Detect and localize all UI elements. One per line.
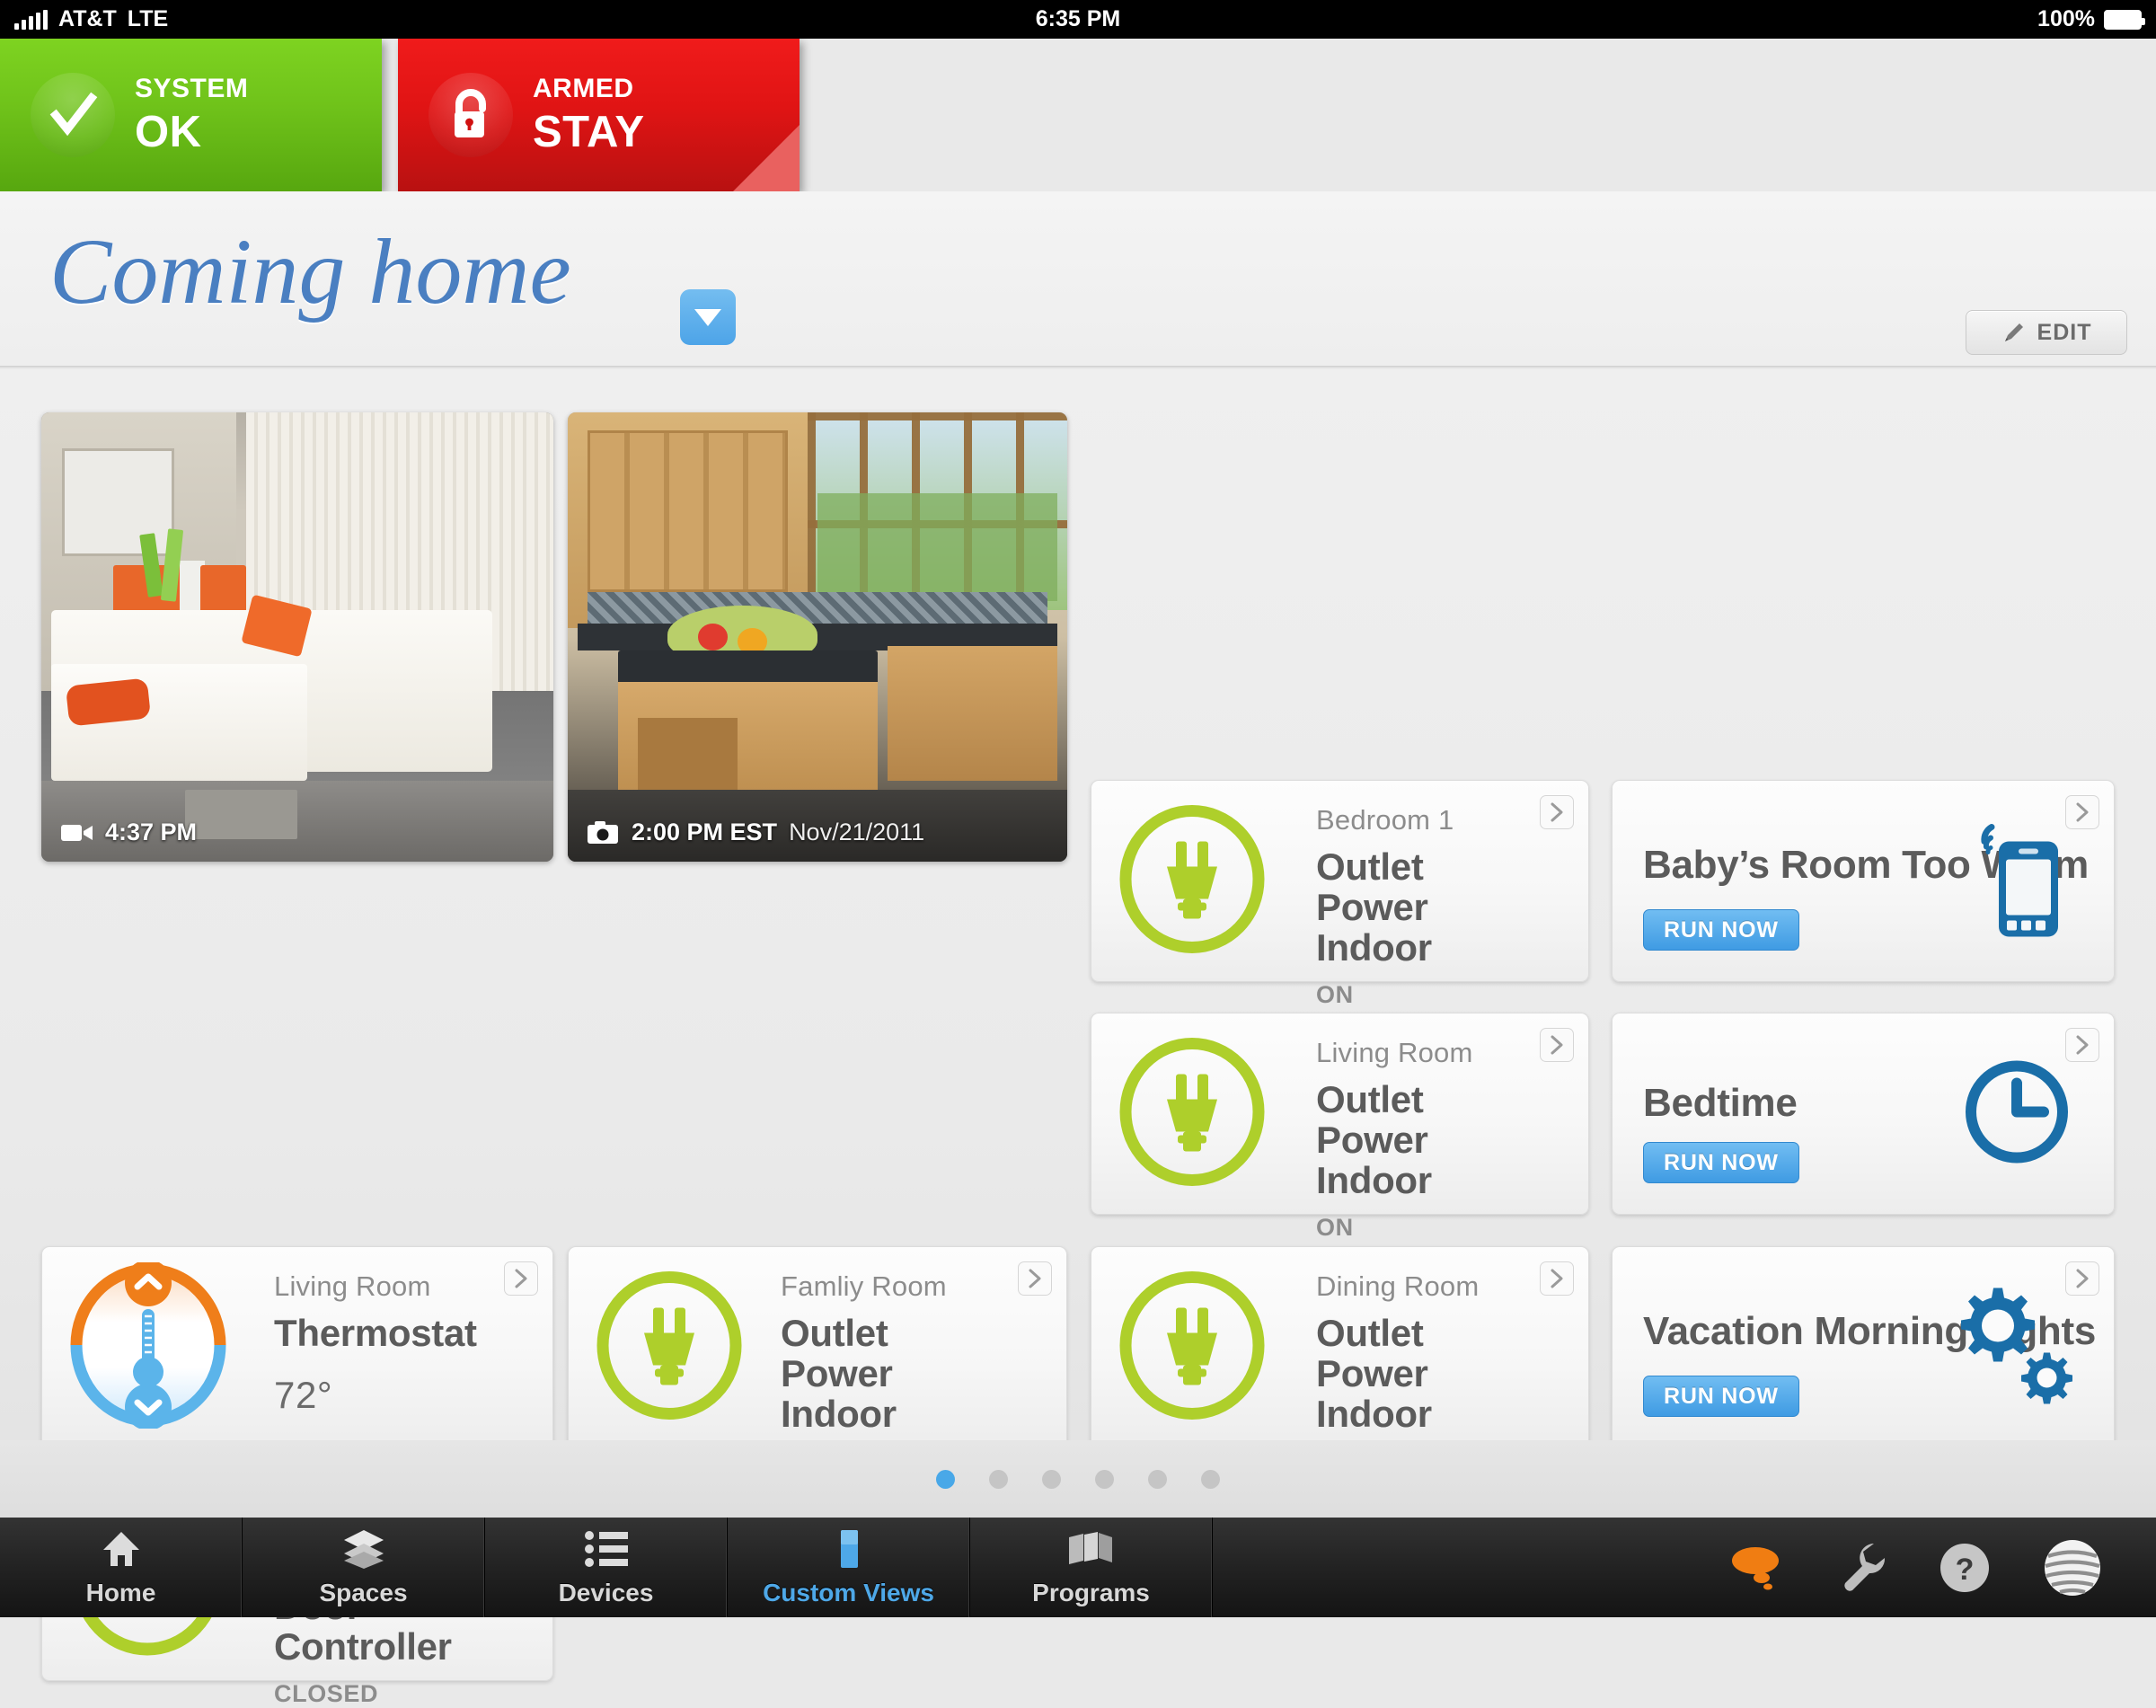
clock-label: 6:35 PM: [1035, 6, 1121, 31]
device-name-label: Outlet Power Indoor: [1316, 1078, 1432, 1201]
run-now-button[interactable]: RUN NOW: [1643, 1142, 1799, 1183]
photo-camera-icon: [588, 820, 618, 844]
device-card-livingroom-outlet[interactable]: Living Room Outlet Power Indoor ON: [1091, 1013, 1589, 1241]
clock-icon: [1961, 1056, 2072, 1172]
tab-devices[interactable]: Devices: [485, 1518, 728, 1617]
plug-icon: [1115, 801, 1269, 960]
video-camera-icon: [61, 824, 93, 841]
program-title: Bedtime: [1643, 1080, 1798, 1125]
tab-spaces[interactable]: Spaces: [243, 1518, 485, 1617]
check-icon: [31, 73, 115, 157]
status-banner-row: SYSTEM OK ARMED STAY: [0, 39, 2156, 191]
living-room-camera-image: [41, 412, 553, 862]
page-dot[interactable]: [1148, 1469, 1167, 1489]
bottom-tab-bar: Home Spaces Devices Custom Views Program…: [0, 1518, 2156, 1617]
device-name-label: Outlet Power Indoor: [1316, 845, 1432, 969]
device-name-label: Outlet Power Indoor: [1316, 1312, 1432, 1435]
page-dot[interactable]: [1201, 1469, 1220, 1489]
device-card-livingroom-thermostat[interactable]: Living Room Thermostat 72°: [41, 1246, 553, 1448]
program-card-babys-room-too-warm[interactable]: Baby’s Room Too Warm RUN NOW: [1612, 780, 2115, 982]
device-room-label: Famliy Room: [781, 1270, 947, 1302]
view-header: Coming home: [0, 191, 2156, 367]
tab-label: Spaces: [319, 1579, 408, 1606]
wrench-icon[interactable]: [1838, 1542, 1886, 1594]
program-card-bedtime[interactable]: Bedtime RUN NOW: [1612, 1013, 2115, 1215]
tab-programs[interactable]: Programs: [970, 1518, 1213, 1617]
speech-bubble-icon[interactable]: [1730, 1542, 1786, 1594]
lock-icon: [429, 73, 513, 157]
page-dot[interactable]: [989, 1469, 1008, 1489]
panel-icon: [832, 1527, 866, 1571]
device-room-label: Living Room: [274, 1270, 431, 1302]
utility-icon-group: ?: [1730, 1518, 2156, 1617]
battery-icon: [2104, 9, 2145, 30]
camera-tile-kitchen[interactable]: 2:00 PM EST Nov/21/2011: [568, 412, 1067, 862]
camera-timestamp: 2:00 PM EST: [632, 819, 778, 845]
page-dot[interactable]: [936, 1469, 955, 1489]
device-card-diningroom-outlet[interactable]: Dining Room Outlet Power Indoor ON: [1091, 1246, 1589, 1474]
chevron-right-icon[interactable]: [1540, 1028, 1574, 1062]
device-name-label: Thermostat: [274, 1312, 477, 1354]
camera-timestamp: 4:37 PM: [105, 819, 198, 845]
device-card-famliyroom-outlet[interactable]: Famliy Room Outlet Power Indoor ON: [568, 1246, 1067, 1474]
thermostat-icon: [66, 1259, 232, 1433]
edit-button-label: EDIT: [2037, 319, 2092, 345]
armed-status-value: STAY: [533, 108, 645, 156]
device-name-label: Outlet Power Indoor: [781, 1312, 897, 1435]
kitchen-camera-image: [568, 412, 1067, 862]
device-room-label: Bedroom 1: [1316, 804, 1454, 836]
list-icon: [584, 1527, 628, 1571]
svg-text:?: ?: [1956, 1553, 1975, 1587]
cards-icon: [1067, 1527, 1116, 1571]
chevron-right-icon[interactable]: [1018, 1261, 1052, 1296]
tab-home[interactable]: Home: [0, 1518, 243, 1617]
device-state-label: 72°: [274, 1373, 333, 1416]
att-globe-icon[interactable]: [2043, 1538, 2102, 1597]
chevron-down-icon[interactable]: [680, 289, 736, 345]
edit-button[interactable]: EDIT: [1966, 310, 2127, 355]
pencil-icon: [2004, 323, 2023, 341]
armed-status-kicker: ARMED: [533, 74, 634, 103]
layers-icon: [341, 1527, 386, 1571]
plug-icon: [1115, 1034, 1269, 1193]
tab-custom-views[interactable]: Custom Views: [728, 1518, 970, 1617]
device-room-label: Dining Room: [1316, 1270, 1480, 1302]
chevron-right-icon[interactable]: [1540, 1261, 1574, 1296]
page-title: Coming home: [49, 220, 571, 323]
plug-icon: [592, 1268, 747, 1427]
tab-label: Programs: [1032, 1579, 1150, 1606]
system-status-kicker: SYSTEM: [135, 74, 249, 103]
program-card-vacation-morning-lights[interactable]: Vacation Morning Lights RUN NOW: [1612, 1246, 2115, 1448]
chevron-right-icon[interactable]: [504, 1261, 538, 1296]
tab-label: Custom Views: [763, 1579, 934, 1606]
device-state-label: ON: [1316, 1213, 1354, 1241]
tab-label: Home: [85, 1579, 156, 1606]
device-room-label: Living Room: [1316, 1037, 1473, 1068]
battery-percent-label: 100%: [2037, 6, 2095, 31]
run-now-button[interactable]: RUN NOW: [1643, 909, 1799, 951]
camera-date: Nov/21/2011: [789, 819, 925, 845]
system-status-banner[interactable]: SYSTEM OK: [0, 39, 382, 191]
system-status-value: OK: [135, 108, 202, 156]
chevron-right-icon[interactable]: [1540, 795, 1574, 829]
run-now-button[interactable]: RUN NOW: [1643, 1376, 1799, 1417]
page-indicator[interactable]: [0, 1440, 2156, 1518]
armed-status-banner[interactable]: ARMED STAY: [398, 39, 800, 191]
smartphone-alert-icon: [1965, 816, 2072, 946]
camera-tile-living-room[interactable]: 4:37 PM: [41, 412, 553, 862]
device-state-label: ON: [1316, 980, 1354, 1008]
ios-status-bar: AT&T LTE 6:35 PM 100%: [0, 0, 2156, 39]
page-dot[interactable]: [1095, 1469, 1114, 1489]
home-icon: [101, 1527, 142, 1571]
plug-icon: [1115, 1268, 1269, 1427]
question-icon[interactable]: ?: [1939, 1542, 1991, 1594]
custom-view-grid: 4:37 PM 2:00 PM EST Nov/21/2011 Bedroom …: [0, 369, 2156, 1707]
page-dot[interactable]: [1042, 1469, 1061, 1489]
device-card-bedroom1-outlet[interactable]: Bedroom 1 Outlet Power Indoor ON: [1091, 780, 1589, 1008]
device-state-label: CLOSED: [274, 1679, 379, 1707]
gears-icon: [1947, 1286, 2072, 1409]
tab-label: Devices: [558, 1579, 654, 1606]
